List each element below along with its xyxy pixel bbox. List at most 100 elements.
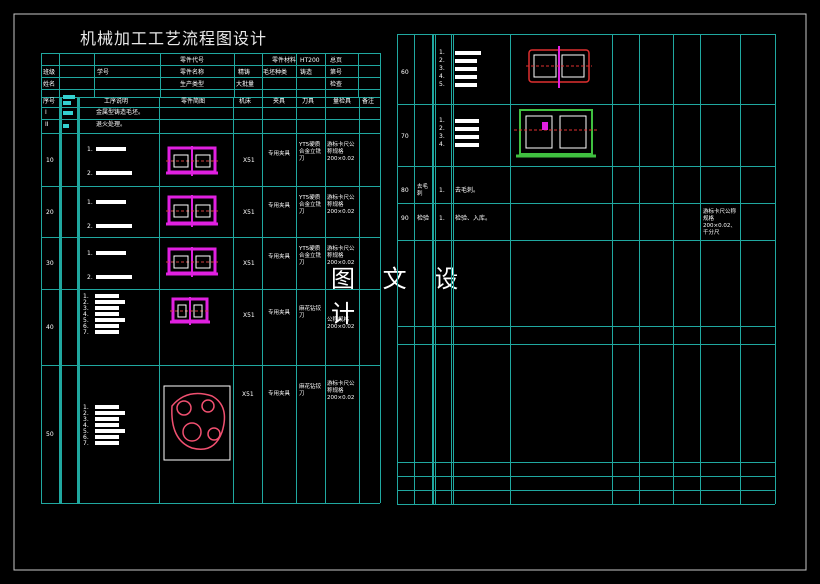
- step-number: 1.: [87, 199, 93, 206]
- table-row-line: [41, 107, 380, 108]
- grid-line: [61, 97, 62, 503]
- grid-line: [234, 53, 235, 97]
- text-placeholder-bar: [95, 306, 119, 310]
- part-sketch-icon: [166, 195, 218, 227]
- header-material-label: 零件材料: [272, 57, 297, 64]
- grid-line: [59, 53, 60, 97]
- table-row-line: [41, 133, 380, 134]
- header-prod-type: 生产类型: [180, 81, 205, 88]
- watermark: 图 文 设 计: [331, 265, 501, 328]
- text-placeholder-bar: [95, 324, 119, 328]
- grid-line: [296, 97, 297, 503]
- grid-line: [612, 34, 613, 504]
- step-number: 3.: [439, 133, 445, 140]
- table-border: [41, 53, 42, 503]
- step-number: 1.: [87, 146, 93, 153]
- gauge: 游标卡尺公称规格200×0.02: [327, 381, 355, 401]
- step-number: 4.: [439, 141, 445, 148]
- row-number: 90: [401, 215, 409, 222]
- cyan-mark: [63, 95, 75, 99]
- drawing-title: 机械加工工艺流程图设计: [80, 29, 268, 48]
- operation-name: 去毛刺: [417, 184, 429, 197]
- step-number: 7.: [83, 329, 89, 336]
- row-desc: 检验、入库。: [455, 215, 492, 222]
- table-row-line: [41, 65, 380, 66]
- part-sketch-icon: [166, 247, 218, 277]
- column-header: 零件简图: [181, 98, 206, 105]
- step-number: 2.: [87, 274, 93, 281]
- grid-line: [325, 53, 326, 97]
- header-name: 姓名: [43, 81, 56, 88]
- text-placeholder-bar: [95, 312, 119, 316]
- column-header: 备注: [362, 98, 375, 105]
- text-placeholder-bar: [455, 51, 481, 55]
- machine: X51: [242, 391, 254, 398]
- part-sketch-icon: [526, 46, 592, 88]
- header-cast: 铸造: [300, 69, 313, 76]
- grid-line: [435, 34, 436, 504]
- operation-name: 检验: [417, 215, 430, 222]
- table-row-line: [41, 237, 380, 238]
- text-placeholder-bar: [95, 429, 125, 433]
- grid-line: [510, 34, 511, 504]
- step-number: 1.: [439, 215, 445, 222]
- header-student-no: 学号: [97, 69, 110, 76]
- grid-line: [639, 34, 640, 504]
- part-sketch-icon: [166, 146, 218, 176]
- gauge: 游标卡尺公称规格200×0.02: [327, 142, 355, 162]
- table-border: [397, 34, 398, 504]
- header-blank-type: 毛坯种类: [263, 69, 288, 76]
- text-placeholder-bar: [95, 423, 119, 427]
- grid-line: [451, 34, 452, 504]
- table-row-line: [41, 89, 380, 90]
- table-row-line: [41, 365, 380, 366]
- text-placeholder-bar: [96, 200, 126, 204]
- text-placeholder-bar: [95, 405, 119, 409]
- row-number: II: [45, 121, 49, 128]
- grid-line: [433, 34, 434, 504]
- step-number: 3.: [439, 65, 445, 72]
- text-placeholder-bar: [96, 251, 126, 255]
- row-number: 60: [401, 69, 409, 76]
- column-header: 机床: [239, 98, 252, 105]
- step-number: 2.: [439, 125, 445, 132]
- gauge: 游标卡尺公称规格200×0.02: [327, 195, 355, 215]
- header-part-name: 零件名称: [180, 69, 205, 76]
- tool: 麻花钻铰刀: [299, 306, 322, 319]
- grid-line: [414, 34, 415, 504]
- header-blank: 精铸: [238, 69, 251, 76]
- text-placeholder-bar: [95, 300, 125, 304]
- table-row-line: [41, 53, 380, 54]
- gauge: 游标卡尺公称规格200×0.02、千分尺: [703, 209, 737, 236]
- step-number: 1.: [439, 49, 445, 56]
- fixture: 专用夹具: [268, 202, 291, 209]
- part-fixture-sketch-icon: [514, 109, 598, 158]
- text-placeholder-bar: [95, 318, 125, 322]
- grid-line: [159, 97, 160, 503]
- part-section-sketch-icon: [163, 385, 231, 461]
- column-header: 序号: [43, 98, 56, 105]
- column-header: 刀具: [302, 98, 315, 105]
- fixture: 专用夹具: [268, 254, 291, 260]
- text-placeholder-bar: [95, 294, 119, 298]
- cyan-mark: [63, 124, 69, 128]
- grid-line: [673, 34, 674, 504]
- table-row-line: [41, 289, 380, 290]
- table-row-line: [41, 119, 380, 120]
- header-batch: 大批量: [236, 81, 255, 88]
- grid-line: [359, 97, 360, 503]
- grid-line: [358, 53, 359, 97]
- row-desc: 金属型铸造毛坯。: [96, 109, 145, 116]
- column-header: 夹具: [273, 98, 286, 105]
- text-placeholder-bar: [455, 119, 479, 123]
- step-number: 2.: [87, 170, 93, 177]
- step-number: 5.: [439, 81, 445, 88]
- text-placeholder-bar: [455, 83, 477, 87]
- text-placeholder-bar: [455, 67, 477, 71]
- text-placeholder-bar: [455, 127, 479, 131]
- grid-line: [700, 34, 701, 504]
- header-sheet-total: 总页: [330, 57, 343, 64]
- row-desc: 去毛刺。: [455, 187, 480, 194]
- header-sheet-no: 第号: [330, 69, 343, 76]
- column-header: 工序说明: [104, 98, 129, 105]
